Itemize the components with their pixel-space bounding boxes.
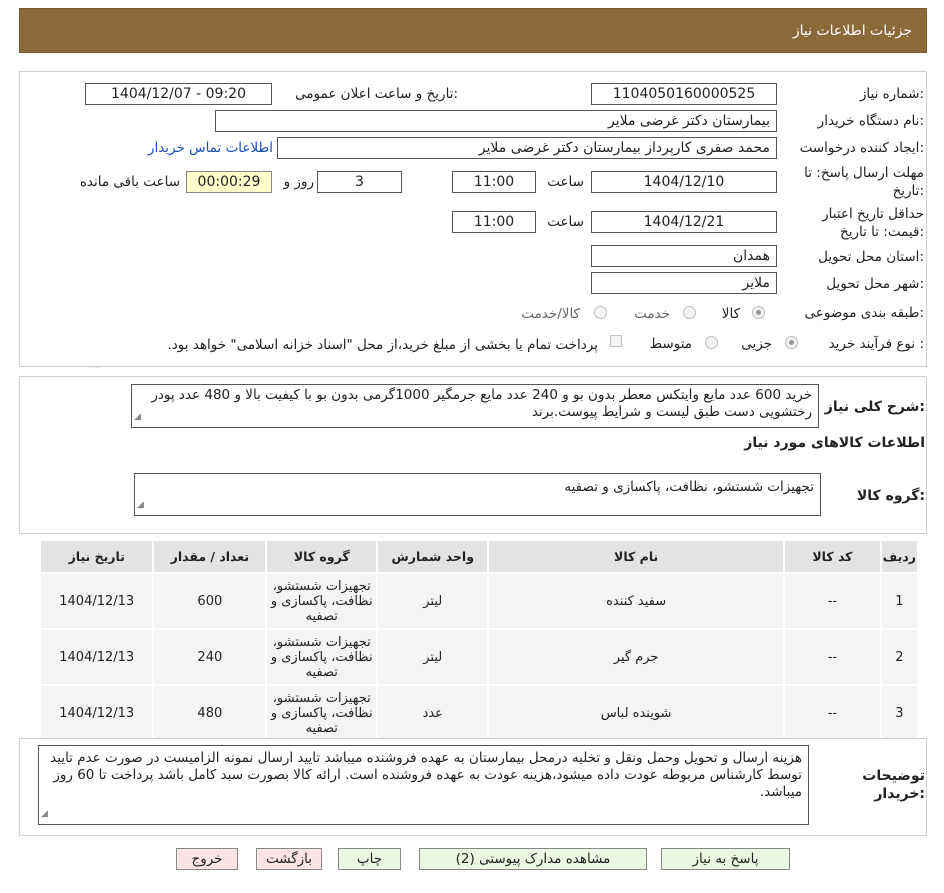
group-text: تجهیزات شستشو، نظافت، پاکسازی و تصفیه	[564, 479, 814, 495]
city-label: شهر محل تحویل:	[826, 276, 924, 292]
validity-time-label: ساعت	[547, 214, 584, 230]
deadline-date-field: 1404/12/10	[591, 171, 777, 193]
category-radio-service[interactable]	[683, 306, 696, 319]
group-textarea: تجهیزات شستشو، نظافت، پاکسازی و تصفیه ◢	[134, 473, 821, 516]
process-radio-medium[interactable]	[705, 336, 718, 349]
buyer-contact-link[interactable]: اطلاعات تماس خریدار	[148, 140, 273, 156]
summary-text: خرید 600 عدد مایع وایتکس معطر بدون بو و …	[151, 387, 812, 420]
page-title: جزئیات اطلاعات نیاز	[792, 23, 912, 39]
table-row: 1 -- سفید کننده لیتر تجهیزات شستشو، نظاف…	[38, 572, 920, 630]
notes-label-line1: توضیحات	[862, 768, 925, 784]
province-field: همدان	[591, 245, 777, 267]
announce-label: تاریخ و ساعت اعلان عمومی:	[295, 86, 458, 102]
cell-group: تجهیزات شستشو، نظافت، پاکسازی و تصفیه	[265, 628, 379, 686]
creator-field: محمد صفری کارپرداز بیمارستان دکتر غرضی م…	[277, 137, 777, 159]
validity-date-field: 1404/12/21	[591, 211, 777, 233]
cell-date: 1404/12/13	[38, 684, 155, 742]
page-header: جزئیات اطلاعات نیاز	[19, 8, 927, 53]
cell-group: تجهیزات شستشو، نظافت، پاکسازی و تصفیه	[265, 684, 379, 742]
cell-row: 1	[879, 572, 920, 630]
process-option-minor: جزیی	[741, 336, 772, 352]
category-radio-both[interactable]	[594, 306, 607, 319]
cell-row: 3	[879, 684, 920, 742]
resize-grip-icon: ◢	[134, 412, 141, 422]
category-radio-goods[interactable]	[752, 306, 765, 319]
col-header-name: نام کالا	[487, 539, 785, 574]
cell-unit: لیتر	[376, 628, 490, 686]
resize-grip-icon: ◢	[41, 809, 48, 819]
summary-textarea: خرید 600 عدد مایع وایتکس معطر بدون بو و …	[131, 384, 819, 428]
category-option-goods: کالا	[721, 306, 740, 322]
reply-button[interactable]: پاسخ به نیاز	[661, 848, 790, 870]
payment-note: پرداخت تمام یا بخشی از مبلغ خرید،از محل …	[167, 337, 598, 353]
cell-qty: 240	[152, 628, 268, 686]
announce-field: 1404/12/07 - 09:20	[85, 83, 272, 105]
days-label: روز و	[283, 174, 314, 190]
notes-text: هزینه ارسال و تحویل وحمل ونقل و تخلیه در…	[50, 750, 802, 800]
table-header-row: ردیف کد کالا نام کالا واحد شمارش گروه کا…	[38, 539, 920, 574]
cell-name: شوینده لباس	[487, 684, 785, 742]
process-radio-minor[interactable]	[785, 336, 798, 349]
remaining-label: ساعت باقی مانده	[79, 174, 180, 190]
exit-button[interactable]: خروج	[176, 848, 238, 870]
notes-label-line2: خریدار:	[874, 786, 925, 802]
goods-info-title: اطلاعات کالاهای مورد نیاز	[744, 435, 925, 451]
province-label: استان محل تحویل:	[818, 249, 924, 265]
buyer-org-label: نام دستگاه خریدار:	[817, 113, 924, 129]
col-header-row: ردیف	[879, 539, 920, 574]
category-option-both: کالا/خدمت	[521, 306, 580, 322]
treasury-checkbox[interactable]	[610, 335, 622, 347]
resize-grip-icon: ◢	[137, 500, 144, 510]
col-header-unit: واحد شمارش	[376, 539, 490, 574]
buyer-org-field: بیمارستان دکتر غرضی ملایر	[215, 110, 777, 132]
cell-unit: عدد	[376, 684, 490, 742]
cell-qty: 480	[152, 684, 268, 742]
validity-time-field: 11:00	[452, 211, 536, 233]
cell-unit: لیتر	[376, 572, 490, 630]
cell-date: 1404/12/13	[38, 572, 155, 630]
days-field: 3	[317, 171, 402, 193]
cell-code: --	[783, 684, 882, 742]
cell-name: سفید کننده	[487, 572, 785, 630]
print-button[interactable]: چاپ	[338, 848, 401, 870]
deadline-time-label: ساعت	[547, 174, 584, 190]
col-header-code: کد کالا	[783, 539, 882, 574]
validity-label-line2: قیمت: تا تاریخ:	[839, 224, 924, 240]
deadline-time-field: 11:00	[452, 171, 536, 193]
need-number-field: 1104050160000525	[591, 83, 777, 105]
table-row: 3 -- شوینده لباس عدد تجهیزات شستشو، نظاف…	[38, 684, 920, 742]
col-header-date: تاریخ نیاز	[38, 539, 155, 574]
validity-label-line1: حداقل تاریخ اعتبار	[822, 206, 924, 222]
table-row: 2 -- جرم گیر لیتر تجهیزات شستشو، نظافت، …	[38, 628, 920, 686]
process-option-medium: متوسط	[649, 336, 692, 352]
cell-row: 2	[879, 628, 920, 686]
cell-name: جرم گیر	[487, 628, 785, 686]
creator-label: ایجاد کننده درخواست:	[799, 140, 924, 156]
city-field: ملایر	[591, 272, 777, 294]
cell-date: 1404/12/13	[38, 628, 155, 686]
category-option-service: خدمت	[634, 306, 670, 322]
cell-code: --	[783, 572, 882, 630]
col-header-qty: تعداد / مقدار	[152, 539, 268, 574]
deadline-label-line2: تاریخ:	[892, 183, 924, 199]
process-label: نوع فرآیند خرید :	[828, 336, 924, 352]
col-header-group: گروه کالا	[265, 539, 379, 574]
cell-code: --	[783, 628, 882, 686]
summary-label: شرح کلی نیاز:	[824, 399, 925, 415]
remaining-timer: 00:00:29	[186, 171, 272, 193]
need-number-label: شماره نیاز:	[859, 86, 924, 102]
group-label: گروه کالا:	[856, 488, 925, 504]
category-label: طبقه بندی موضوعی:	[804, 305, 924, 321]
attachments-button[interactable]: مشاهده مدارک پیوستی (2)	[419, 848, 647, 870]
cell-qty: 600	[152, 572, 268, 630]
cell-group: تجهیزات شستشو، نظافت، پاکسازی و تصفیه	[265, 572, 379, 630]
goods-table: ردیف کد کالا نام کالا واحد شمارش گروه کا…	[38, 539, 920, 742]
deadline-label-line1: مهلت ارسال پاسخ: تا	[804, 165, 924, 181]
back-button[interactable]: بازگشت	[256, 848, 322, 870]
notes-textarea: هزینه ارسال و تحویل وحمل ونقل و تخلیه در…	[38, 745, 809, 825]
